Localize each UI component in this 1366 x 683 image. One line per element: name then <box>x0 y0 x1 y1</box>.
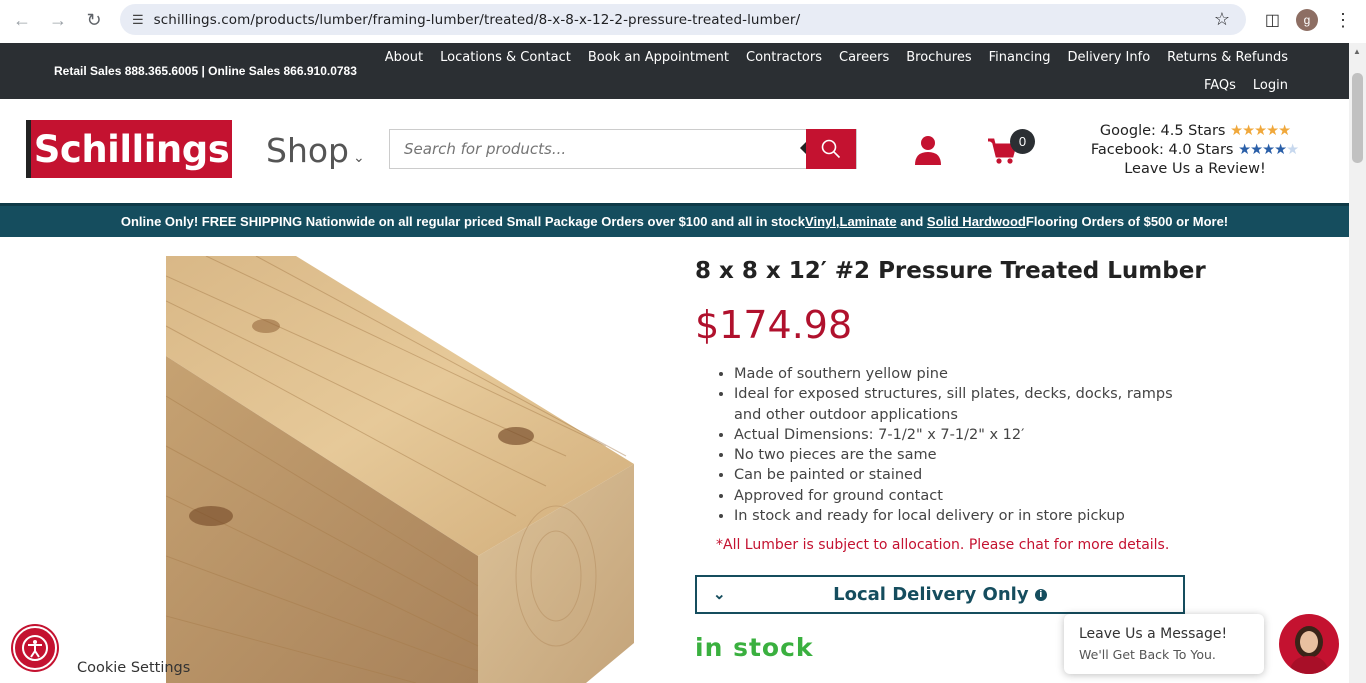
shop-label: Shop <box>266 131 349 170</box>
accessibility-icon <box>22 635 48 661</box>
back-button[interactable]: ← <box>4 2 40 38</box>
nav-login[interactable]: Login <box>1253 78 1288 93</box>
hardwood-link[interactable]: Solid Hardwood <box>927 214 1026 229</box>
feature-item: Approved for ground contact <box>734 486 1194 506</box>
top-bar: Retail Sales 888.365.6005 | Online Sales… <box>0 43 1349 99</box>
nav-delivery-info[interactable]: Delivery Info <box>1067 50 1150 65</box>
chevron-down-icon: ⌄ <box>713 586 726 603</box>
nav-appointment[interactable]: Book an Appointment <box>588 50 729 65</box>
allocation-note: *All Lumber is subject to allocation. Pl… <box>716 537 1170 553</box>
chat-title: Leave Us a Message! <box>1079 626 1228 642</box>
nav-careers[interactable]: Careers <box>839 50 889 65</box>
facebook-stars-icon: ★★★★ <box>1238 142 1287 158</box>
product-price: $174.98 <box>695 303 853 347</box>
cookie-settings-link[interactable]: Cookie Settings <box>77 660 190 676</box>
vinyl-link[interactable]: Vinyl <box>805 214 836 229</box>
top-nav-secondary: FAQs Login <box>1204 78 1288 93</box>
product-features: Made of southern yellow pine Ideal for e… <box>734 364 1194 526</box>
product-image[interactable] <box>166 256 634 683</box>
bookmark-star-icon[interactable]: ☆ <box>1214 9 1230 30</box>
chat-subtitle: We'll Get Back To You. <box>1079 647 1216 662</box>
info-icon[interactable]: i <box>1034 589 1047 601</box>
nav-returns[interactable]: Returns & Refunds <box>1167 50 1288 65</box>
laminate-link[interactable]: Laminate <box>840 214 897 229</box>
browser-toolbar: ← → ↻ ☰ schillings.com/products/lumber/f… <box>0 0 1366 40</box>
facebook-rating: Facebook: 4.0 Stars ★★★★★ <box>1090 142 1300 158</box>
reload-button[interactable]: ↻ <box>76 2 112 38</box>
site-header: Schillings Shop⌄ 0 Google: 4.5 Stars ★★★… <box>0 99 1349 203</box>
site-logo[interactable]: Schillings <box>26 120 232 178</box>
stock-status: in stock <box>695 633 814 662</box>
search-icon <box>821 139 841 159</box>
phone-numbers: Retail Sales 888.365.6005 | Online Sales… <box>54 64 357 78</box>
nav-brochures[interactable]: Brochures <box>906 50 971 65</box>
search-box <box>389 129 857 169</box>
cart-count-badge: 0 <box>1010 129 1035 154</box>
nav-financing[interactable]: Financing <box>989 50 1051 65</box>
scroll-up-icon[interactable]: ▲ <box>1353 47 1361 56</box>
feature-item: In stock and ready for local delivery or… <box>734 506 1194 526</box>
reviews-block: Google: 4.5 Stars ★★★★★ Facebook: 4.0 St… <box>1060 122 1330 179</box>
nav-contractors[interactable]: Contractors <box>746 50 822 65</box>
site-settings-icon[interactable]: ☰ <box>132 12 144 28</box>
shipping-banner: Online Only! FREE SHIPPING Nationwide on… <box>0 203 1349 237</box>
nav-faqs[interactable]: FAQs <box>1204 78 1236 93</box>
address-bar[interactable]: ☰ schillings.com/products/lumber/framing… <box>120 4 1246 35</box>
browser-menu-icon[interactable]: ⋮ <box>1334 10 1352 31</box>
top-nav: About Locations & Contact Book an Appoin… <box>385 50 1288 65</box>
forward-button[interactable]: → <box>40 2 76 38</box>
nav-locations[interactable]: Locations & Contact <box>440 50 571 65</box>
search-input[interactable] <box>390 130 806 168</box>
product-title: 8 x 8 x 12′ #2 Pressure Treated Lumber <box>695 258 1206 284</box>
feature-item: Made of southern yellow pine <box>734 364 1194 384</box>
feature-item: Ideal for exposed structures, sill plate… <box>734 384 1194 425</box>
nav-about[interactable]: About <box>385 50 423 65</box>
page-scrollbar[interactable]: ▲ <box>1349 43 1366 683</box>
google-stars-icon: ★★★★★ <box>1230 123 1291 139</box>
shop-menu[interactable]: Shop ⌄ <box>266 131 365 170</box>
delivery-option-toggle[interactable]: ⌄ Local Delivery Only i <box>695 575 1185 614</box>
url-text[interactable]: schillings.com/products/lumber/framing-l… <box>154 12 801 28</box>
chat-prompt[interactable]: Leave Us a Message! We'll Get Back To Yo… <box>1064 614 1264 674</box>
chat-agent-avatar[interactable] <box>1279 614 1339 674</box>
chevron-down-icon: ⌄ <box>353 150 365 166</box>
search-button[interactable] <box>800 129 856 169</box>
feature-item: No two pieces are the same <box>734 445 1194 465</box>
account-icon[interactable] <box>914 135 942 170</box>
delivery-label: Local Delivery Only <box>833 584 1029 605</box>
google-rating: Google: 4.5 Stars ★★★★★ <box>1099 123 1291 139</box>
accessibility-button[interactable] <box>13 626 57 670</box>
profile-avatar[interactable]: g <box>1296 9 1318 31</box>
feature-item: Can be painted or stained <box>734 465 1194 485</box>
scroll-thumb[interactable] <box>1352 73 1363 163</box>
leave-review-link[interactable]: Leave Us a Review! <box>1060 160 1330 179</box>
feature-item: Actual Dimensions: 7-1/2" x 7-1/2" x 12′ <box>734 425 1194 445</box>
side-panel-icon[interactable]: ◫ <box>1265 10 1280 30</box>
